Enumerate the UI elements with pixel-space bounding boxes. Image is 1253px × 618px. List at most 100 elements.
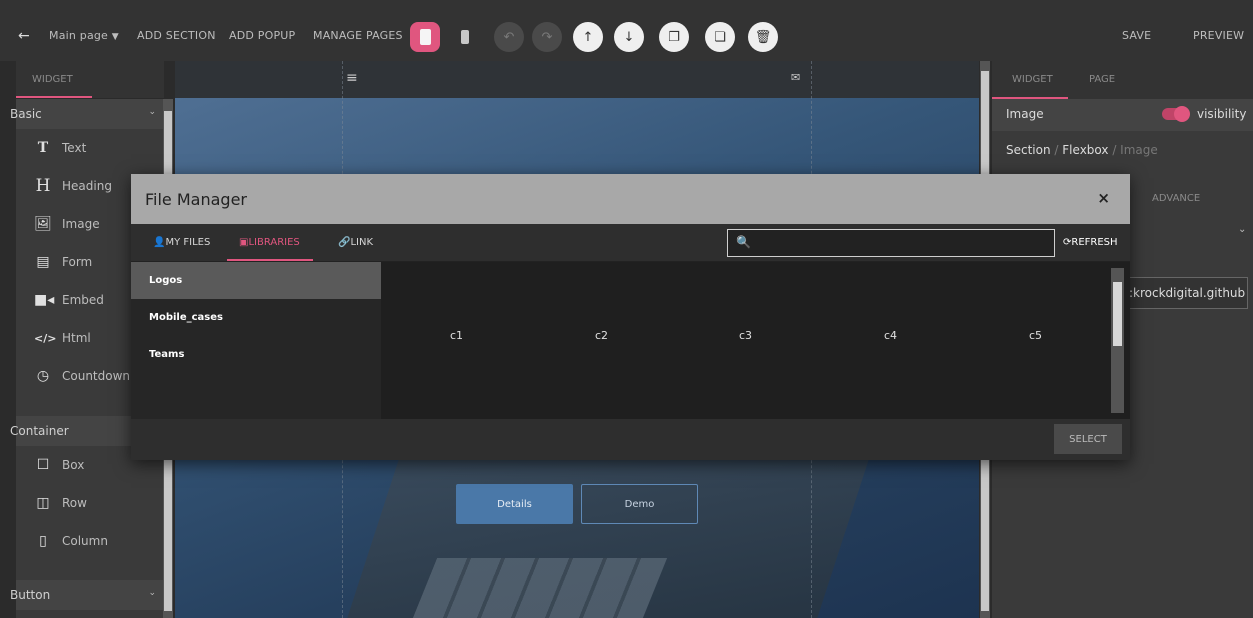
copy-icon: ❐	[668, 29, 680, 45]
mobile-view-button[interactable]	[450, 22, 480, 52]
tab-libraries[interactable]: ▣LIBRARIES	[239, 237, 300, 248]
breadcrumb-flexbox[interactable]: Flexbox	[1062, 143, 1108, 157]
image-icon: 🖼	[34, 216, 52, 232]
save-button[interactable]: SAVE	[1122, 29, 1151, 42]
redo-button[interactable]: ↷	[532, 22, 562, 52]
file-search-input[interactable]: 🔍	[727, 229, 1055, 257]
element-name: Image	[1006, 107, 1044, 121]
widget-text-label: Text	[62, 141, 87, 155]
widget-countdown-label: Countdown	[62, 369, 131, 383]
widget-html-label: Html	[62, 331, 91, 345]
properties-tabs: WIDGET PAGE	[992, 61, 1253, 99]
folder-item-logos[interactable]: Logos	[131, 262, 381, 299]
modal-title: File Manager	[145, 190, 247, 209]
close-icon[interactable]: ×	[1097, 189, 1110, 207]
breadcrumb-separator: /	[1112, 143, 1121, 157]
visibility-label: visibility	[1197, 107, 1247, 121]
row-icon: ◫	[36, 495, 50, 511]
manage-pages-button[interactable]: MANAGE PAGES	[313, 29, 403, 42]
keyboard-image	[412, 558, 668, 618]
tab-widget-properties[interactable]: WIDGET	[1012, 74, 1053, 85]
file-grid-scrollbar[interactable]	[1111, 268, 1124, 413]
widget-panel-tabs: WIDGET	[16, 61, 164, 99]
folder-list: Logos Mobile_cases Teams	[131, 262, 381, 419]
heading-icon: H	[35, 176, 51, 196]
arrow-up-icon: ↑	[582, 29, 594, 45]
column-icon: ▯	[39, 533, 47, 549]
select-button[interactable]: SELECT	[1054, 424, 1122, 454]
details-button[interactable]: Details	[456, 484, 573, 524]
page-select[interactable]: Main page ▼	[49, 29, 119, 42]
envelope-icon[interactable]: ✉	[791, 71, 800, 84]
clock-icon: ◷	[36, 368, 50, 384]
code-icon: </>	[34, 331, 57, 345]
folder-item-teams[interactable]: Teams	[131, 336, 381, 373]
widget-text[interactable]: T Text	[16, 129, 164, 167]
preview-button[interactable]: PREVIEW	[1193, 29, 1244, 42]
tablet-icon	[419, 29, 431, 45]
widget-box-label: Box	[62, 458, 85, 472]
move-down-button[interactable]: ↓	[614, 22, 644, 52]
canvas-header-bar: ≡ ✉	[175, 61, 979, 98]
search-icon: 🔍	[736, 235, 751, 249]
tab-my-files[interactable]: 👤MY FILES	[153, 237, 210, 248]
widget-form-label: Form	[62, 255, 93, 269]
paste-icon: ❏	[714, 29, 726, 45]
link-icon: 🔗	[338, 237, 351, 248]
basic-section-label: Basic	[10, 107, 42, 121]
scrollbar-thumb[interactable]	[1113, 282, 1122, 346]
file-item-c5[interactable]: c5	[1029, 329, 1042, 342]
basic-section-header[interactable]: Basic ⌄	[10, 99, 164, 129]
tab-page[interactable]: PAGE	[1089, 74, 1115, 85]
undo-button[interactable]: ↶	[494, 22, 524, 52]
user-icon: 👤	[153, 237, 166, 248]
toggle-knob	[1174, 106, 1190, 122]
refresh-button[interactable]: ⟳REFRESH	[1063, 237, 1118, 248]
add-section-button[interactable]: ADD SECTION	[137, 29, 216, 42]
mobile-icon	[461, 30, 469, 44]
breadcrumb-section[interactable]: Section	[1006, 143, 1051, 157]
box-icon: ☐	[36, 457, 50, 473]
widget-embed-label: Embed	[62, 293, 104, 307]
container-section-label: Container	[10, 424, 69, 438]
tablet-view-button[interactable]	[410, 22, 440, 52]
hamburger-menu-icon[interactable]: ≡	[346, 70, 358, 86]
widget-row-label: Row	[62, 496, 87, 510]
widget-row[interactable]: ◫ Row	[16, 484, 164, 522]
url-field[interactable]: :krockdigital.github	[1128, 277, 1248, 309]
caret-down-icon: ▼	[111, 32, 119, 42]
form-icon: ▤	[36, 254, 50, 270]
delete-button[interactable]: 🗑	[748, 22, 778, 52]
widget-image-label: Image	[62, 217, 100, 231]
paste-button[interactable]: ❏	[705, 22, 735, 52]
file-item-c1[interactable]: c1	[450, 329, 463, 342]
visibility-toggle[interactable]	[1162, 106, 1190, 122]
trash-icon: 🗑	[754, 29, 772, 45]
redo-icon: ↷	[541, 29, 553, 45]
element-breadcrumb: Section / Flexbox / Image	[992, 135, 1253, 167]
chevron-down-icon: ⌄	[148, 588, 156, 598]
element-header: Image visibility	[992, 99, 1253, 131]
folder-item-mobile-cases[interactable]: Mobile_cases	[131, 299, 381, 336]
copy-button[interactable]: ❐	[659, 22, 689, 52]
demo-button[interactable]: Demo	[581, 484, 698, 524]
file-manager-body: Logos Mobile_cases Teams c1 c2 c3 c4 c5	[131, 262, 1130, 419]
button-section-label: Button	[10, 588, 51, 602]
breadcrumb-image: Image	[1120, 143, 1158, 157]
file-item-c3[interactable]: c3	[739, 329, 752, 342]
file-item-c2[interactable]: c2	[595, 329, 608, 342]
chevron-down-icon: ⌄	[148, 107, 156, 117]
tab-advance[interactable]: ADVANCE	[1152, 193, 1200, 204]
top-toolbar: ← Main page ▼ ADD SECTION ADD POPUP MANA…	[0, 0, 1253, 61]
button-section-header[interactable]: Button ⌄	[10, 580, 164, 610]
back-arrow-icon[interactable]: ←	[18, 28, 30, 44]
file-item-c4[interactable]: c4	[884, 329, 897, 342]
undo-icon: ↶	[503, 29, 515, 45]
move-up-button[interactable]: ↑	[573, 22, 603, 52]
add-popup-button[interactable]: ADD POPUP	[229, 29, 295, 42]
tab-link[interactable]: 🔗LINK	[338, 237, 373, 248]
tab-widget[interactable]: WIDGET	[32, 74, 73, 85]
chevron-down-icon[interactable]: ⌄	[1238, 224, 1246, 235]
widget-column[interactable]: ▯ Column	[16, 522, 164, 560]
tab-underline	[16, 96, 92, 98]
